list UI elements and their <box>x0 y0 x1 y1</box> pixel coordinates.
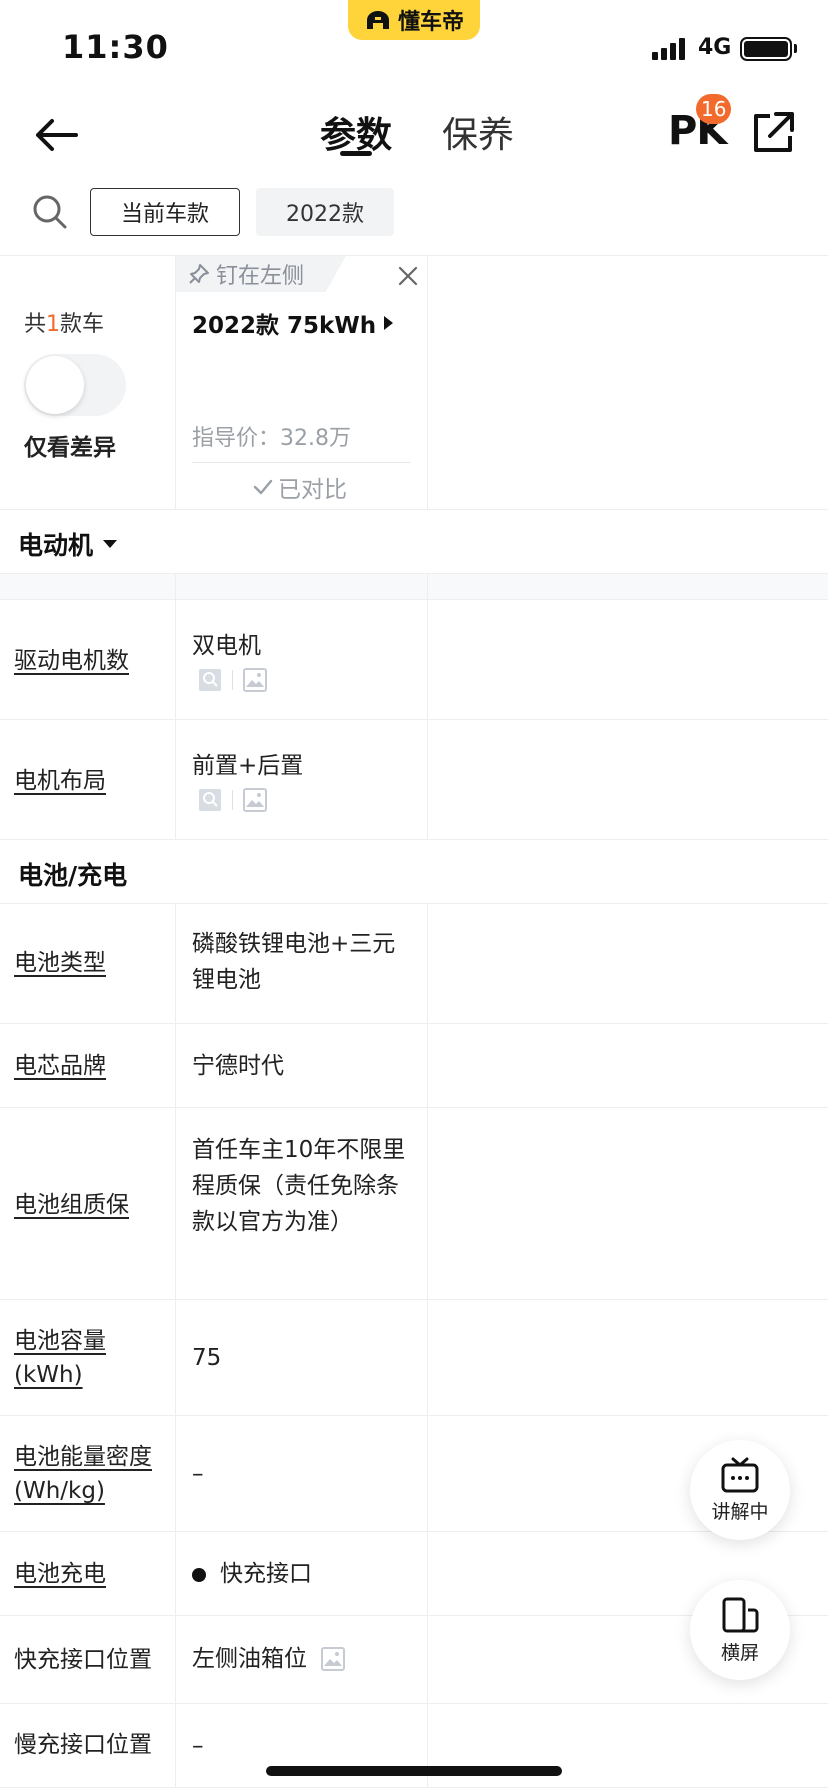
table-row: 电芯品牌 宁德时代 <box>0 1024 828 1108</box>
param-value-battery-warranty: 首任车主10年不限里程质保（责任免除条款以官方为准） <box>192 1137 406 1235</box>
year-filter-chip[interactable]: 2022款 <box>256 188 394 236</box>
row-actions <box>198 788 267 812</box>
table-row: 电池类型 磷酸铁锂电池+三元锂电池 <box>0 904 828 1024</box>
row-actions <box>198 668 267 692</box>
param-label-cell-brand[interactable]: 电芯品牌 <box>14 1049 164 1083</box>
status-time: 11:30 <box>62 28 169 66</box>
image-icon[interactable] <box>321 1647 345 1671</box>
param-value-battery-type: 磷酸铁锂电池+三元锂电池 <box>192 931 396 993</box>
param-label-motor-layout[interactable]: 电机布局 <box>14 764 164 798</box>
section-battery-title: 电池/充电 <box>18 861 128 890</box>
table-row: 电池容量(kWh) 75 <box>0 1300 828 1416</box>
close-icon <box>398 266 418 286</box>
toggle-knob <box>26 356 84 414</box>
param-value-slow-port-position: – <box>192 1733 204 1759</box>
network-label: 4G <box>698 35 732 60</box>
param-label-charging[interactable]: 电池充电 <box>14 1557 164 1591</box>
tab-maintenance[interactable]: 保养 <box>442 106 514 158</box>
param-label-battery-warranty[interactable]: 电池组质保 <box>14 1188 164 1222</box>
status-bar: 11:30 懂车帝 4G <box>0 0 828 90</box>
active-tab-indicator <box>340 151 372 156</box>
landscape-label: 横屏 <box>720 1641 759 1664</box>
app-pill[interactable]: 懂车帝 <box>348 0 480 40</box>
param-label-energy-density[interactable]: 电池能量密度(Wh/kg) <box>14 1440 164 1508</box>
param-value-energy-density: – <box>192 1461 204 1487</box>
pin-left-button[interactable]: 钉在左侧 <box>176 256 346 292</box>
image-icon[interactable] <box>243 788 267 812</box>
model-name: 2022款 75kWh <box>192 313 377 339</box>
explain-button[interactable]: 讲解中 <box>690 1440 790 1540</box>
diff-only-label: 仅看差异 <box>24 435 116 461</box>
param-label-fast-port-position: 快充接口位置 <box>14 1647 152 1673</box>
battery-tip <box>794 44 797 53</box>
section-battery[interactable]: 电池/充电 <box>0 840 828 904</box>
param-label-battery-capacity[interactable]: 电池容量(kWh) <box>14 1324 164 1392</box>
param-value-battery-capacity: 75 <box>192 1345 222 1371</box>
search-detail-icon[interactable] <box>198 668 222 692</box>
guide-price: 指导价：32.8万 <box>192 426 351 451</box>
caret-down-icon <box>103 540 118 548</box>
explain-label: 讲解中 <box>711 1500 769 1523</box>
landscape-button[interactable]: 横屏 <box>690 1580 790 1680</box>
image-icon[interactable] <box>243 668 267 692</box>
section-motor-title: 电动机 <box>18 531 94 560</box>
param-value-drive-motors: 双电机 <box>192 633 261 659</box>
tv-icon <box>721 1457 759 1492</box>
dongchedi-logo-icon <box>366 11 389 29</box>
compare-header: 共1款车 仅看差异 钉在左侧 2022款 75kWh 指导价：32.8万 已对比 <box>0 256 828 510</box>
param-label-battery-type[interactable]: 电池类型 <box>14 946 164 980</box>
check-icon <box>253 479 273 495</box>
diff-only-toggle[interactable] <box>24 354 126 416</box>
search-detail-icon[interactable] <box>198 788 222 812</box>
search-icon <box>33 195 67 229</box>
param-value-cell-brand: 宁德时代 <box>192 1053 284 1079</box>
table-row: 驱动电机数 双电机 <box>0 600 828 720</box>
param-value-motor-layout: 前置+后置 <box>192 753 304 779</box>
arrow-left-icon <box>36 119 78 151</box>
signal-icon <box>652 38 685 60</box>
pk-count-badge: 16 <box>696 94 732 124</box>
rotate-screen-icon <box>722 1597 759 1632</box>
share-icon <box>754 112 794 152</box>
column-divider <box>427 256 428 510</box>
section-motor[interactable]: 电动机 <box>0 510 828 574</box>
battery-icon <box>740 37 792 61</box>
bullet-dot <box>192 1567 206 1582</box>
param-label-drive-motors[interactable]: 驱动电机数 <box>14 644 164 678</box>
param-label-slow-port-position: 慢充接口位置 <box>14 1732 152 1758</box>
section-spacer <box>0 574 828 600</box>
table-row: 电池组质保 首任车主10年不限里程质保（责任免除条款以官方为准） <box>0 1108 828 1300</box>
back-button[interactable] <box>28 110 84 160</box>
home-indicator[interactable] <box>266 1766 562 1776</box>
param-value-fast-port-position: 左侧油箱位 <box>192 1641 416 1677</box>
pin-icon <box>189 264 209 284</box>
card-divider <box>192 462 410 463</box>
table-row: 电机布局 前置+后置 <box>0 720 828 840</box>
remove-model-button[interactable] <box>396 264 420 288</box>
pin-label: 钉在左侧 <box>216 264 305 289</box>
filter-row: 当前车款 2022款 <box>0 180 828 256</box>
caret-right-icon <box>384 316 394 330</box>
column-divider <box>175 256 176 510</box>
nav-bar: 参数 保养 PK 16 <box>0 90 828 180</box>
model-name-link[interactable]: 2022款 75kWh <box>192 306 394 340</box>
compared-button[interactable]: 已对比 <box>252 470 347 504</box>
fast-port-value-text: 左侧油箱位 <box>192 1646 307 1672</box>
model-count-label: 共1款车 <box>24 312 105 337</box>
share-button[interactable] <box>750 110 796 156</box>
param-value-charging: 快充接口 <box>192 1556 416 1592</box>
section-motor-title-wrap: 电动机 <box>18 526 118 562</box>
search-button[interactable] <box>30 192 70 232</box>
compared-label: 已对比 <box>278 477 347 503</box>
current-model-chip[interactable]: 当前车款 <box>90 188 240 236</box>
charging-value-text: 快充接口 <box>220 1561 312 1587</box>
app-name: 懂车帝 <box>397 10 464 35</box>
